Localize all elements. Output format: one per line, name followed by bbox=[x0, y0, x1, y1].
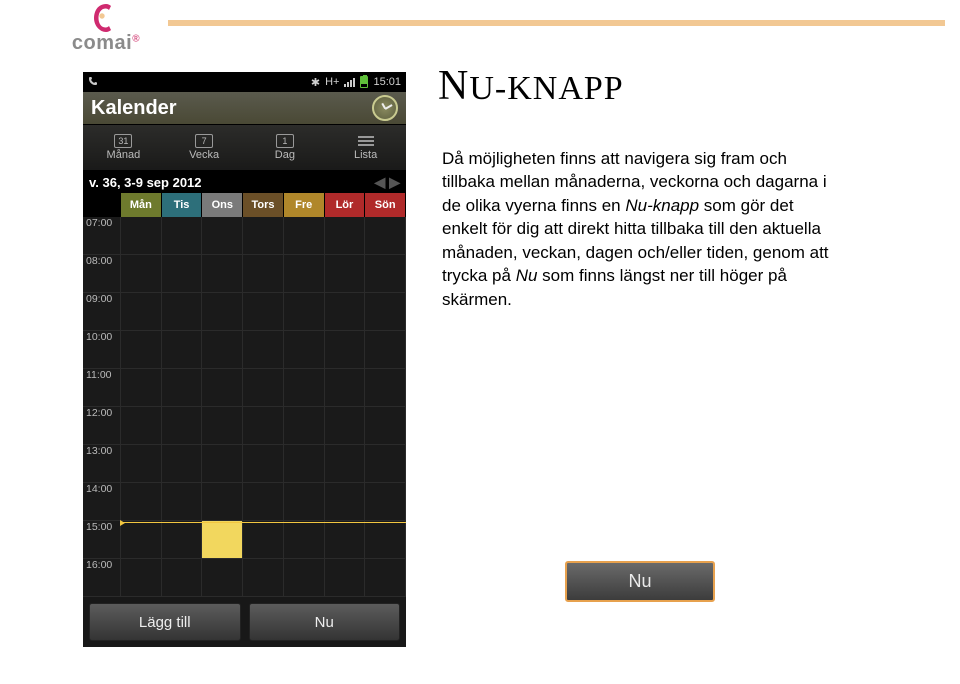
app-title: Kalender bbox=[91, 97, 177, 120]
tab-day[interactable]: 1 Dag bbox=[245, 125, 326, 170]
hour-label: 08:00 bbox=[83, 255, 120, 293]
tab-month-label: Månad bbox=[107, 149, 141, 161]
header-strip bbox=[168, 20, 945, 26]
week-grid[interactable]: 07:00 08:00 09:00 10:00 11:00 12:00 13:0… bbox=[83, 217, 406, 597]
hour-label: 07:00 bbox=[83, 217, 120, 255]
calendar-day-icon: 1 bbox=[276, 134, 294, 148]
page-title-first: N bbox=[438, 63, 469, 109]
grid-cells[interactable] bbox=[121, 217, 406, 597]
tab-list[interactable]: Lista bbox=[325, 125, 406, 170]
selected-cell[interactable] bbox=[202, 521, 243, 559]
week-nav[interactable]: ◀ ▶ bbox=[374, 174, 400, 191]
week-header-label: v. 36, 3-9 sep 2012 bbox=[89, 175, 202, 190]
now-button[interactable]: Nu bbox=[249, 603, 401, 641]
tab-list-label: Lista bbox=[354, 149, 377, 161]
tab-week-label: Vecka bbox=[189, 149, 219, 161]
hour-label: 10:00 bbox=[83, 331, 120, 369]
add-button-label: Lägg till bbox=[139, 614, 191, 631]
nu-button-callout[interactable]: Nu bbox=[565, 561, 715, 602]
tab-week[interactable]: 7 Vecka bbox=[164, 125, 245, 170]
calendar-month-icon: 31 bbox=[114, 134, 132, 148]
page-title: NU-KNAPP bbox=[438, 62, 624, 110]
add-button[interactable]: Lägg till bbox=[89, 603, 241, 641]
week-header: v. 36, 3-9 sep 2012 ◀ ▶ bbox=[83, 171, 406, 193]
app-title-row: Kalender bbox=[83, 92, 406, 125]
tab-month[interactable]: 31 Månad bbox=[83, 125, 164, 170]
hour-column: 07:00 08:00 09:00 10:00 11:00 12:00 13:0… bbox=[83, 217, 121, 597]
logo-text: comai® bbox=[46, 32, 166, 55]
body-text: Då möjligheten finns att navigera sig fr… bbox=[442, 147, 842, 311]
signal-icon bbox=[344, 77, 355, 87]
calendar-week-icon: 7 bbox=[195, 134, 213, 148]
battery-icon bbox=[360, 76, 368, 88]
weekday-thu[interactable]: Tors bbox=[243, 193, 284, 217]
now-button-label: Nu bbox=[315, 614, 334, 631]
weekday-sun[interactable]: Sön bbox=[365, 193, 406, 217]
hour-label: 13:00 bbox=[83, 445, 120, 483]
weekday-wed[interactable]: Ons bbox=[202, 193, 243, 217]
weekday-row: Mån Tis Ons Tors Fre Lör Sön bbox=[83, 193, 406, 217]
logo-mark-icon bbox=[92, 2, 120, 34]
weekday-tue[interactable]: Tis bbox=[162, 193, 203, 217]
bluetooth-icon: ✱ bbox=[311, 76, 320, 89]
list-icon bbox=[358, 134, 374, 148]
clock-icon[interactable] bbox=[372, 95, 398, 121]
logo: comai® bbox=[46, 2, 166, 55]
hour-label: 12:00 bbox=[83, 407, 120, 445]
hour-label: 09:00 bbox=[83, 293, 120, 331]
weekday-sat[interactable]: Lör bbox=[325, 193, 366, 217]
nu-button-label: Nu bbox=[628, 571, 651, 592]
weekday-fri[interactable]: Fre bbox=[284, 193, 325, 217]
bottom-bar: Lägg till Nu bbox=[83, 597, 406, 647]
page-title-rest: U-KNAPP bbox=[469, 70, 623, 107]
body-it2: Nu bbox=[516, 266, 538, 285]
phone-icon bbox=[88, 76, 98, 89]
hour-label: 14:00 bbox=[83, 483, 120, 521]
logo-word: comai bbox=[72, 32, 132, 54]
tab-day-label: Dag bbox=[275, 149, 295, 161]
current-time-marker bbox=[121, 522, 406, 523]
hour-label: 15:00 bbox=[83, 521, 120, 559]
status-time: 15:01 bbox=[373, 76, 401, 88]
status-bar: ✱ H+ 15:01 bbox=[83, 72, 406, 92]
chevron-right-icon: ▶ bbox=[389, 174, 400, 191]
view-tabs: 31 Månad 7 Vecka 1 Dag Lista bbox=[83, 125, 406, 171]
logo-reg-icon: ® bbox=[132, 33, 140, 44]
hour-label: 16:00 bbox=[83, 559, 120, 597]
chevron-left-icon: ◀ bbox=[374, 174, 385, 191]
hour-label: 11:00 bbox=[83, 369, 120, 407]
phone-screenshot: ✱ H+ 15:01 Kalender 31 Månad 7 Vecka 1 D… bbox=[83, 72, 406, 647]
weekday-mon[interactable]: Mån bbox=[121, 193, 162, 217]
body-it1: Nu-knapp bbox=[625, 196, 699, 215]
network-hplus-label: H+ bbox=[325, 76, 339, 88]
